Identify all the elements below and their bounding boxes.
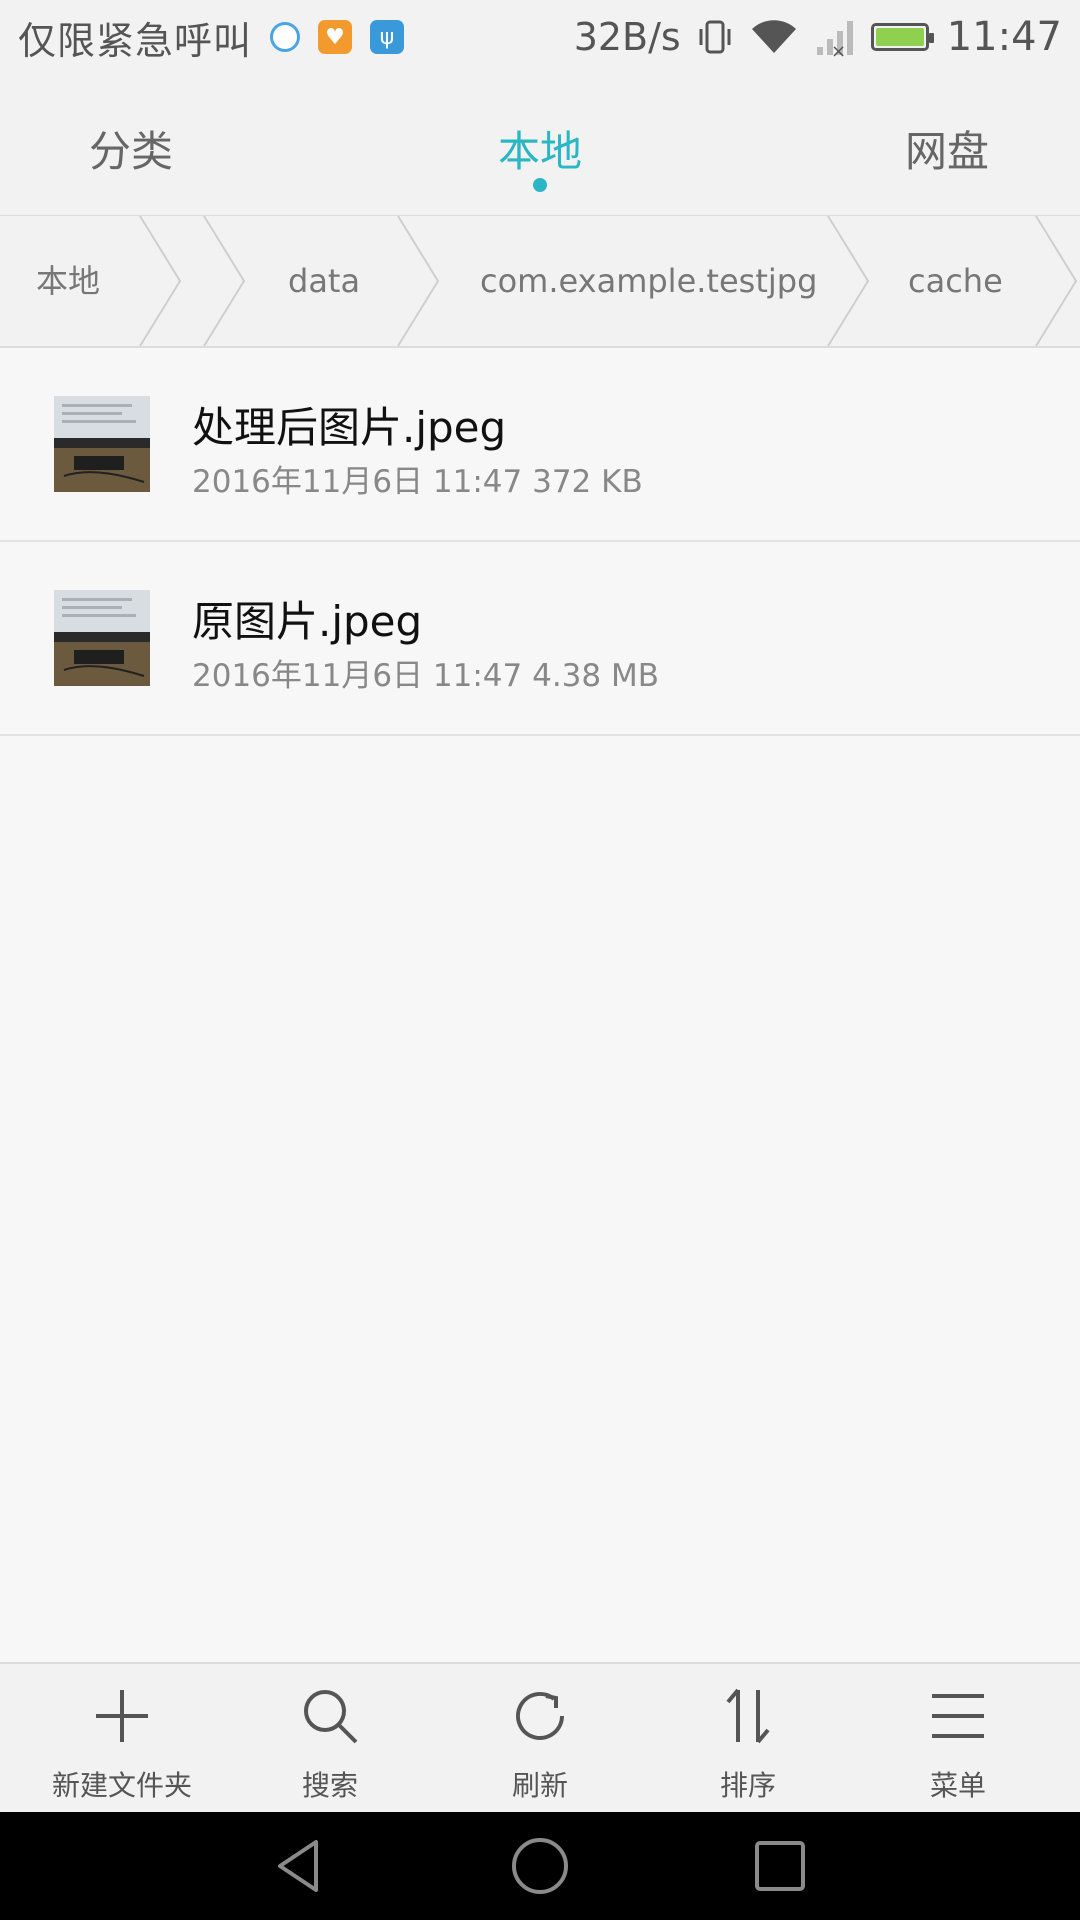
carrier-text: 仅限紧急呼叫 [18, 18, 253, 63]
bottom-toolbar: 新建文件夹 搜索 刷新 排序 菜单 [0, 1662, 1080, 1814]
search-label: 搜索 [301, 1769, 358, 1802]
chevron-right-icon [139, 216, 182, 346]
sort-icon [726, 1688, 770, 1744]
signal-icon: × [816, 21, 853, 57]
svg-text:×: × [831, 41, 846, 57]
plus-icon [96, 1690, 148, 1742]
battery-icon [870, 23, 934, 51]
file-row[interactable]: 原图片.jpeg 2016年11月6日 11:47 4.38 MB [0, 542, 1080, 736]
tab-category[interactable]: 分类 [89, 118, 173, 179]
refresh-label: 刷新 [511, 1769, 568, 1802]
tab-local[interactable]: 本地 [498, 118, 582, 179]
file-thumbnail [54, 396, 150, 492]
clock: 11:47 [946, 14, 1062, 60]
wifi-icon [751, 20, 796, 53]
chevron-right-icon [203, 216, 246, 346]
menu-label: 菜单 [929, 1769, 986, 1802]
sort-label: 排序 [719, 1769, 776, 1802]
tab-cloud[interactable]: 网盘 [905, 118, 989, 179]
file-name: 处理后图片.jpeg [192, 403, 507, 452]
new-folder-button[interactable]: 新建文件夹 [22, 1664, 222, 1814]
usb-icon: ψ [370, 20, 405, 54]
breadcrumb-item-data[interactable]: data [288, 216, 360, 346]
refresh-button[interactable]: 刷新 [440, 1664, 640, 1814]
breadcrumb-item-local[interactable]: 本地 [36, 216, 100, 346]
refresh-icon [516, 1691, 564, 1740]
file-list: 处理后图片.jpeg 2016年11月6日 11:47 372 KB 原图片.j… [0, 348, 1080, 736]
chevron-right-icon [397, 216, 440, 346]
file-meta: 2016年11月6日 11:47 372 KB [192, 464, 643, 500]
back-icon[interactable] [270, 1836, 330, 1896]
file-name: 原图片.jpeg [192, 597, 423, 646]
menu-icon [932, 1694, 984, 1738]
home-icon[interactable] [510, 1836, 570, 1896]
vibrate-icon [699, 20, 731, 54]
menu-button[interactable]: 菜单 [858, 1664, 1058, 1814]
health-app-icon: ♥ [318, 20, 353, 54]
browser-icon [270, 22, 301, 52]
tab-bar: 分类 本地 网盘 [0, 74, 1080, 217]
new-folder-label: 新建文件夹 [51, 1769, 192, 1802]
file-meta: 2016年11月6日 11:47 4.38 MB [192, 658, 659, 694]
network-speed: 32B/s [573, 15, 681, 59]
navigation-bar [0, 1812, 1080, 1920]
file-thumbnail [54, 590, 150, 686]
search-icon [304, 1690, 358, 1744]
search-button[interactable]: 搜索 [230, 1664, 430, 1814]
chevron-right-icon [827, 216, 870, 346]
file-row[interactable]: 处理后图片.jpeg 2016年11月6日 11:47 372 KB [0, 348, 1080, 542]
sort-button[interactable]: 排序 [648, 1664, 848, 1814]
breadcrumb: 本地 data com.example.testjpg cache [0, 216, 1080, 348]
battery-level [875, 28, 924, 46]
breadcrumb-item-cache[interactable]: cache [908, 216, 1003, 346]
status-bar: 仅限紧急呼叫 ♥ ψ 32B/s × 11:47 [0, 0, 1080, 74]
active-tab-indicator [533, 178, 547, 192]
chevron-right-icon [1035, 216, 1078, 346]
recents-icon[interactable] [750, 1836, 810, 1896]
breadcrumb-item-package[interactable]: com.example.testjpg [480, 216, 817, 346]
